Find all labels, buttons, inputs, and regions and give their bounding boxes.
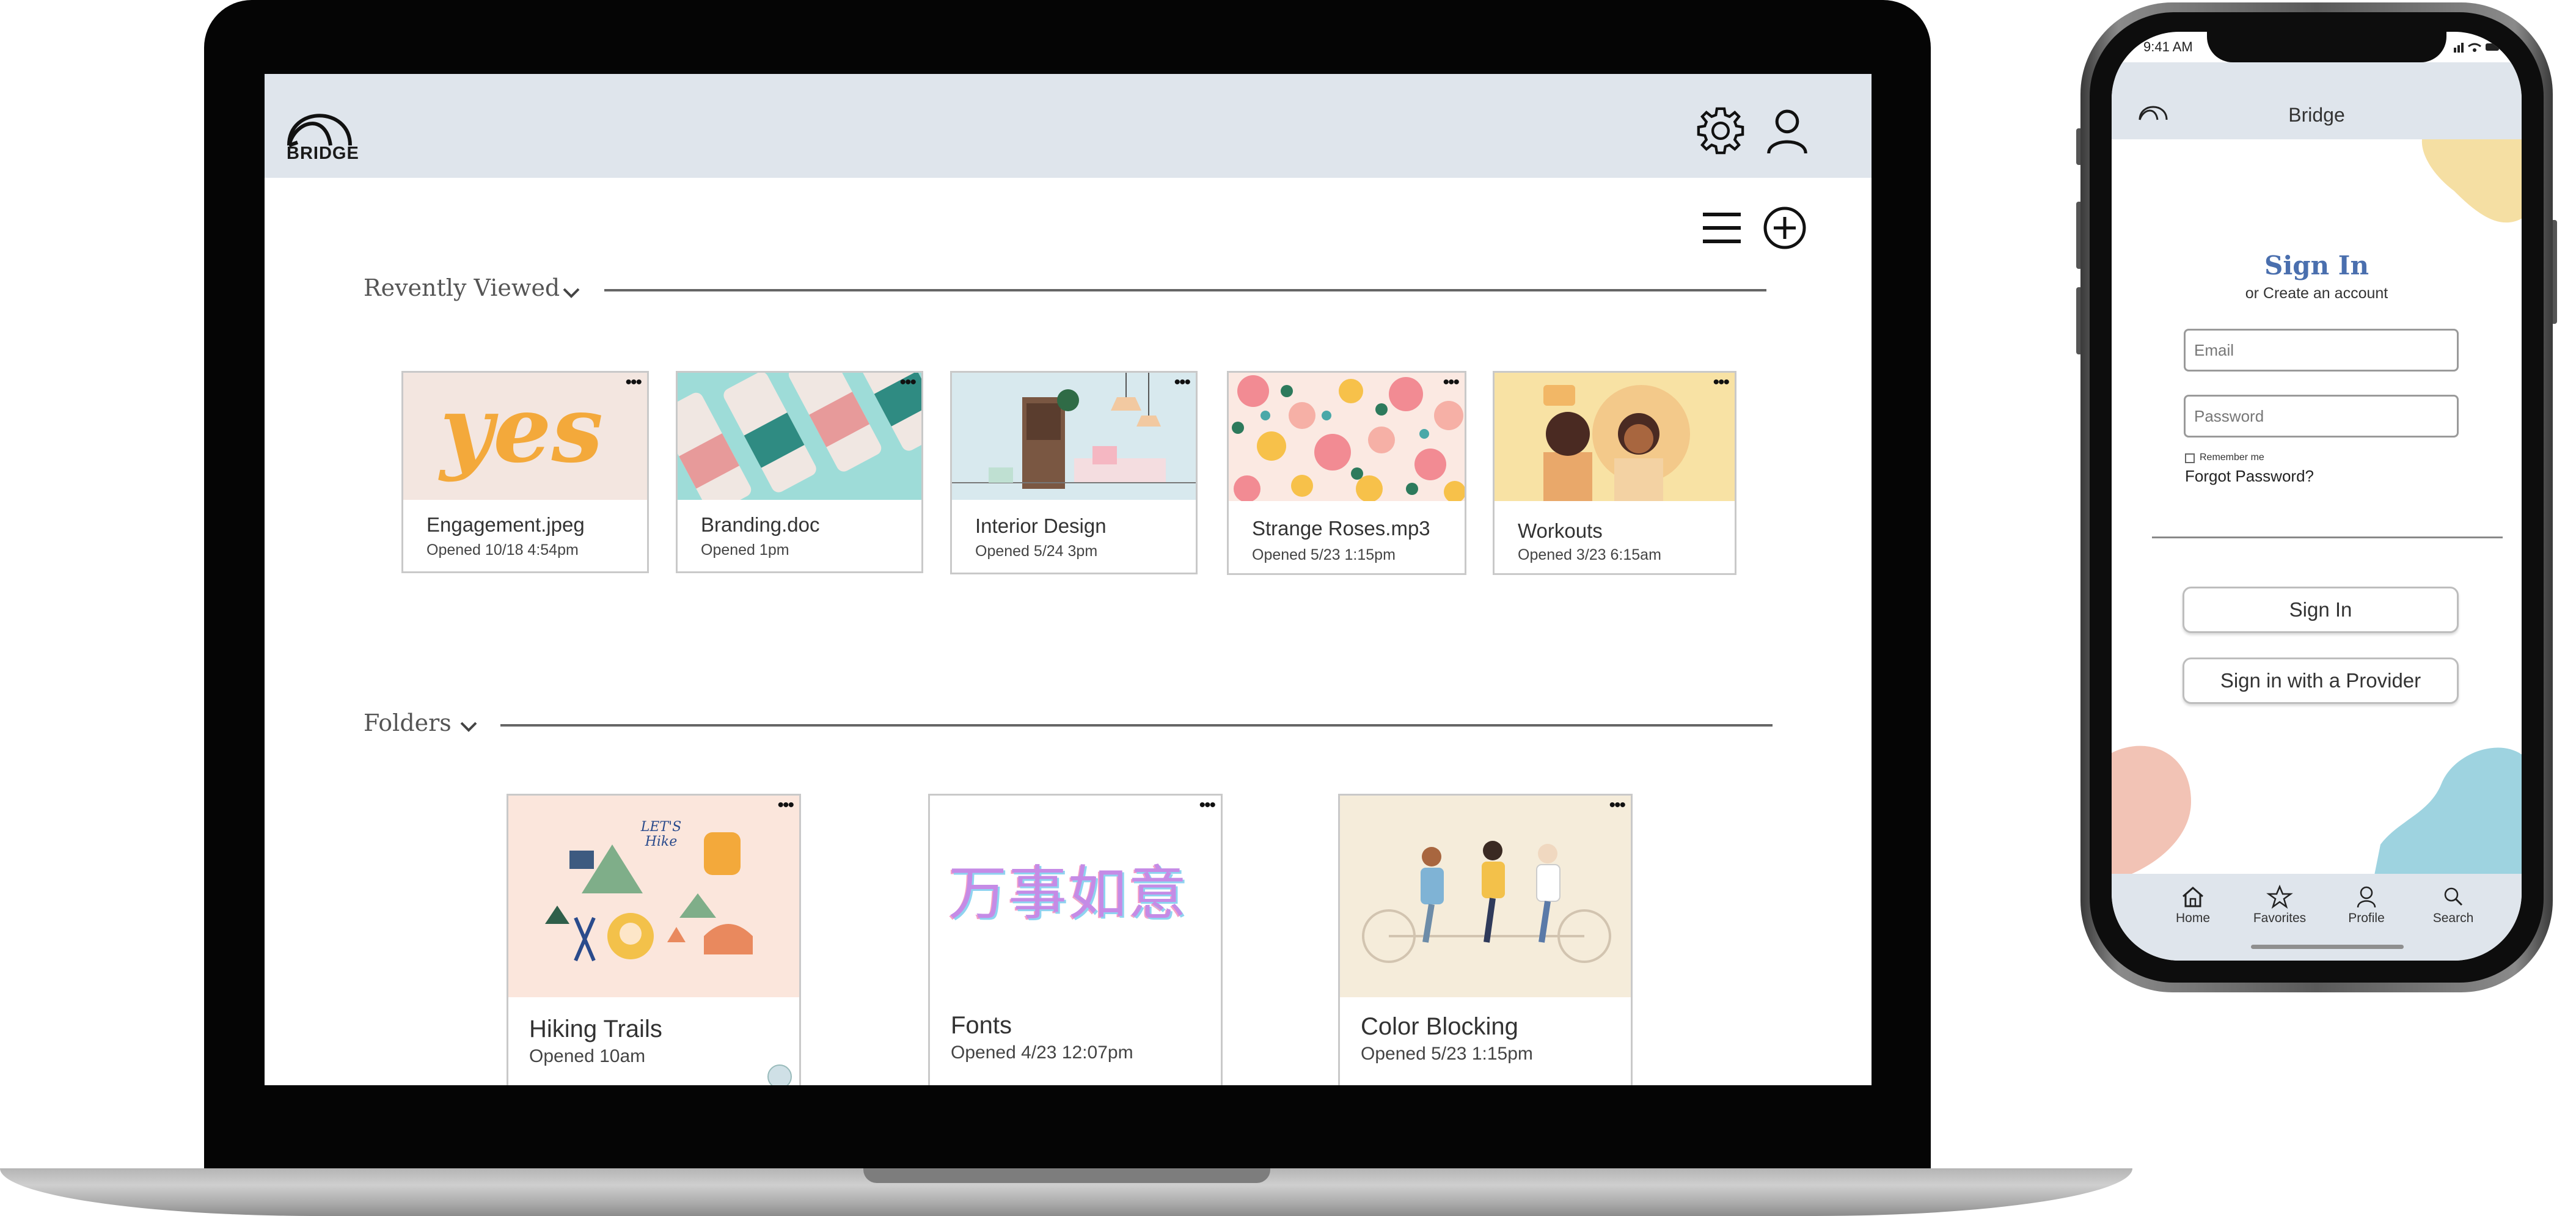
thumbnail: LET'S Hike xyxy=(508,796,799,997)
tab-label: Profile xyxy=(2348,911,2385,925)
home-indicator[interactable] xyxy=(2251,945,2404,949)
tab-favorites[interactable]: Favorites xyxy=(2246,884,2313,926)
more-options-icon[interactable]: ••• xyxy=(1174,373,1190,392)
phone-app: 9:41 AM Bridge Sign In or Create an acco… xyxy=(2112,32,2522,961)
section-divider xyxy=(500,724,1773,727)
card-opened: Opened 5/24 3pm xyxy=(975,543,1098,560)
create-account-link[interactable]: or Create an account xyxy=(2112,285,2522,302)
desktop-app: BRIDGE Revently Viewed yes ••• Engagemen… xyxy=(265,74,1872,1085)
tab-home[interactable]: Home xyxy=(2159,884,2227,926)
chevron-down-icon[interactable] xyxy=(559,280,584,305)
chevron-down-icon[interactable] xyxy=(456,714,481,739)
search-icon xyxy=(2444,887,2463,906)
tab-label: Home xyxy=(2175,911,2211,925)
folder-card-hiking[interactable]: LET'S Hike ••• Hiking Trails Opened 10am xyxy=(507,794,801,1085)
tab-label: Favorites xyxy=(2253,911,2307,925)
card-title: Strange Roses.mp3 xyxy=(1252,517,1430,540)
more-options-icon[interactable]: ••• xyxy=(1199,796,1215,815)
card-opened: Opened 5/23 1:15pm xyxy=(1361,1044,1533,1064)
status-time: 9:41 AM xyxy=(2143,39,2193,54)
gear-icon[interactable] xyxy=(1694,104,1747,157)
home-icon xyxy=(2183,887,2203,907)
thumbnail: yes xyxy=(403,373,647,500)
remember-label: Remember me xyxy=(2200,452,2264,463)
signin-heading: Sign In xyxy=(2264,251,2369,280)
card-opened: Opened 10am xyxy=(529,1046,646,1066)
card-opened: Opened 4/23 12:07pm xyxy=(951,1042,1133,1063)
remember-checkbox[interactable] xyxy=(2185,453,2195,463)
card-opened: Opened 10/18 4:54pm xyxy=(426,541,579,559)
folder-card-color-blocking[interactable]: ••• Color Blocking Opened 5/23 1:15pm xyxy=(1338,794,1633,1085)
recent-card-branding[interactable]: ••• Branding.doc Opened 1pm xyxy=(676,371,923,573)
card-title: Workouts xyxy=(1518,519,1603,542)
card-title: Hiking Trails xyxy=(529,1016,662,1042)
background-blobs xyxy=(2112,115,2522,881)
thumbnail: 万事如意 xyxy=(930,796,1221,997)
avatar[interactable] xyxy=(767,1064,792,1085)
recent-card-workouts[interactable]: ••• Workouts Opened 3/23 6:15am xyxy=(1493,371,1736,575)
phone-notch xyxy=(2207,32,2446,62)
more-options-icon[interactable]: ••• xyxy=(1713,373,1729,392)
tab-profile[interactable]: Profile xyxy=(2333,884,2400,926)
recent-card-roses[interactable]: ••• Strange Roses.mp3 Opened 5/23 1:15pm xyxy=(1227,371,1466,575)
thumbnail xyxy=(1229,373,1465,501)
signin-button[interactable]: Sign In xyxy=(2183,587,2459,633)
status-icons xyxy=(2454,43,2501,53)
more-options-icon[interactable]: ••• xyxy=(625,373,642,392)
app-header xyxy=(265,74,1872,178)
app-title: Bridge xyxy=(2288,104,2345,126)
more-options-icon[interactable]: ••• xyxy=(777,796,794,815)
password-field[interactable] xyxy=(2184,395,2459,438)
folders-section-title: Folders xyxy=(364,709,452,736)
folder-card-fonts[interactable]: 万事如意 ••• Fonts Opened 4/23 12:07pm xyxy=(928,794,1223,1085)
more-options-icon[interactable]: ••• xyxy=(1443,373,1459,392)
recent-card-interior[interactable]: ••• Interior Design Opened 5/24 3pm xyxy=(950,371,1198,574)
card-title: Interior Design xyxy=(975,515,1107,537)
thumbnail xyxy=(952,373,1196,500)
card-title: Engagement.jpeg xyxy=(426,513,585,536)
thumbnail xyxy=(678,373,921,500)
menu-icon[interactable] xyxy=(1700,210,1743,246)
card-title: Fonts xyxy=(951,1012,1012,1039)
tab-search[interactable]: Search xyxy=(2420,884,2487,926)
add-icon[interactable] xyxy=(1763,206,1807,250)
card-opened: Opened 5/23 1:15pm xyxy=(1252,546,1396,563)
more-options-icon[interactable]: ••• xyxy=(1609,796,1625,815)
brand-wordmark: BRIDGE xyxy=(287,144,359,163)
divider xyxy=(2152,537,2503,538)
tab-label: Search xyxy=(2432,911,2474,925)
provider-signin-button[interactable]: Sign in with a Provider xyxy=(2183,657,2459,704)
recent-section-title: Revently Viewed xyxy=(364,274,560,301)
section-divider xyxy=(604,289,1766,291)
star-icon xyxy=(2266,884,2293,909)
app-header xyxy=(2112,62,2522,139)
thumbnail xyxy=(1495,373,1735,501)
recent-card-engagement[interactable]: yes ••• Engagement.jpeg Opened 10/18 4:5… xyxy=(401,371,649,573)
profile-icon xyxy=(2357,886,2376,908)
email-field[interactable] xyxy=(2184,329,2459,372)
thumbnail xyxy=(1340,796,1631,997)
more-options-icon[interactable]: ••• xyxy=(899,373,916,392)
card-opened: Opened 1pm xyxy=(701,541,789,559)
card-title: Color Blocking xyxy=(1361,1013,1518,1040)
user-icon[interactable] xyxy=(1762,104,1813,157)
card-opened: Opened 3/23 6:15am xyxy=(1518,546,1661,563)
card-title: Branding.doc xyxy=(701,513,820,536)
forgot-password-link[interactable]: Forgot Password? xyxy=(2185,467,2314,486)
laptop-notch xyxy=(863,1168,1270,1183)
